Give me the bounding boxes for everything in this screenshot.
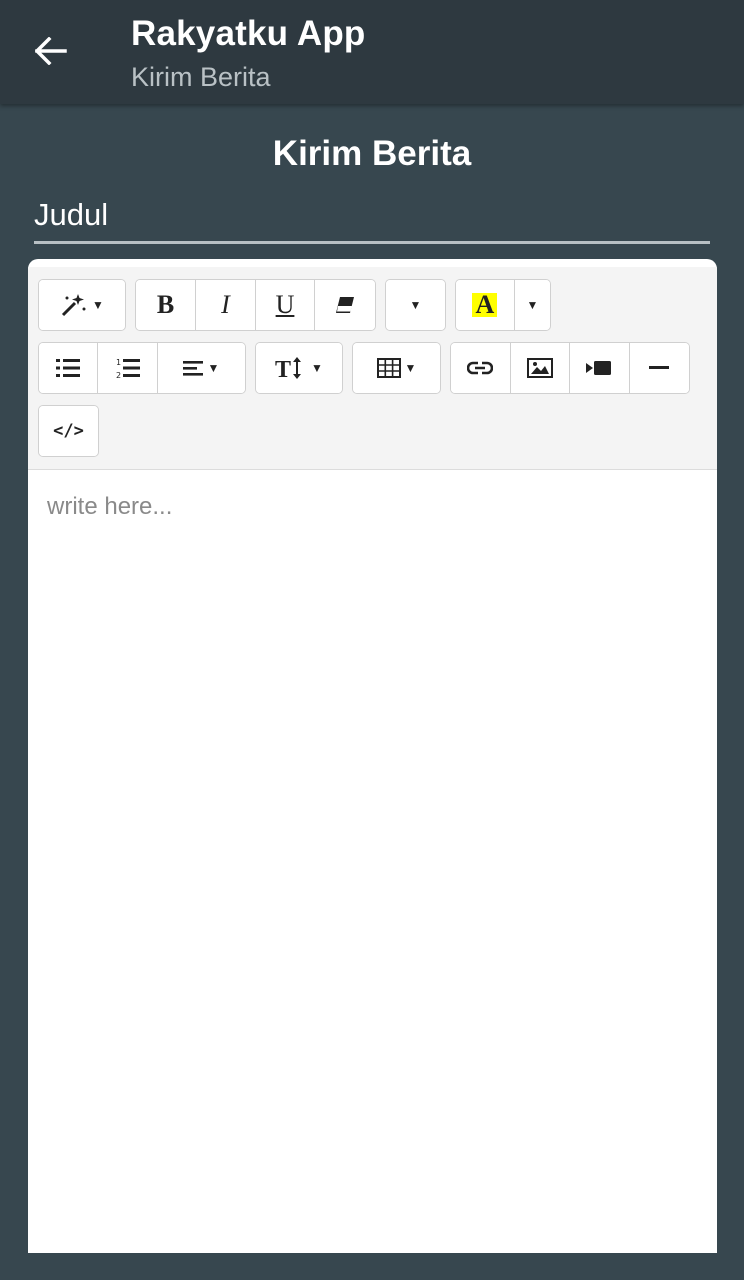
magic-wand-icon <box>60 292 88 318</box>
unordered-list-button[interactable] <box>39 343 99 393</box>
text-color-icon: A <box>472 292 498 318</box>
rich-text-editor: ▼ B I U ▼ A ▼ 1 2 ▼ T ▼ ▼ </> write here… <box>28 259 717 1253</box>
svg-text:T: T <box>275 357 291 380</box>
video-button[interactable] <box>570 343 630 393</box>
svg-text:2: 2 <box>116 371 121 379</box>
horizontal-rule-button[interactable] <box>629 343 689 393</box>
eraser-icon <box>334 296 356 314</box>
text-height-icon: T <box>275 356 309 380</box>
ordered-list-button[interactable]: 1 2 <box>98 343 158 393</box>
caret-down-icon: ▼ <box>207 361 220 375</box>
text-color-button[interactable]: A <box>456 280 515 330</box>
caret-down-icon: ▼ <box>404 361 417 375</box>
ordered-list-icon: 1 2 <box>116 357 140 379</box>
caret-down-icon: ▼ <box>526 298 539 312</box>
editor-toolbar: ▼ B I U ▼ A ▼ 1 2 ▼ T ▼ ▼ </> <box>28 267 717 470</box>
clear-format-button[interactable] <box>315 280 375 330</box>
app-bar: Rakyatku App Kirim Berita <box>0 0 744 104</box>
align-icon <box>183 360 204 376</box>
horizontal-rule-icon <box>649 366 670 370</box>
bold-button[interactable]: B <box>136 280 196 330</box>
underline-button[interactable]: U <box>256 280 315 330</box>
unordered-list-icon <box>56 358 81 378</box>
link-icon <box>467 361 494 375</box>
list-group: 1 2 ▼ <box>38 342 246 394</box>
code-view-button[interactable]: </> <box>39 406 98 456</box>
font-style-group: B I U <box>135 279 376 331</box>
app-subtitle: Kirim Berita <box>131 62 271 92</box>
caret-down-icon: ▼ <box>311 361 323 375</box>
arrow-left-icon <box>35 37 67 65</box>
insert-group <box>450 342 690 394</box>
back-button[interactable] <box>24 24 78 78</box>
color-group: A ▼ <box>455 279 551 331</box>
color-dropdown-button[interactable]: ▼ <box>514 280 550 330</box>
title-input[interactable] <box>34 196 710 244</box>
line-height-button[interactable]: T ▼ <box>256 343 342 393</box>
style-group: ▼ <box>38 279 126 331</box>
view-group: </> <box>38 405 99 457</box>
font-name-group: ▼ <box>385 279 446 331</box>
picture-button[interactable] <box>510 343 570 393</box>
app-title: Rakyatku App <box>131 14 366 53</box>
image-icon <box>526 358 553 378</box>
italic-button[interactable]: I <box>196 280 256 330</box>
video-icon <box>586 360 612 376</box>
page-title: Kirim Berita <box>272 134 472 173</box>
link-button[interactable] <box>451 343 511 393</box>
table-button[interactable]: ▼ <box>353 343 440 393</box>
table-group: ▼ <box>352 342 441 394</box>
table-icon <box>376 358 401 378</box>
style-button[interactable]: ▼ <box>39 280 125 330</box>
svg-text:1: 1 <box>116 358 121 367</box>
editor-placeholder[interactable]: write here... <box>47 493 172 521</box>
font-dropdown-button[interactable]: ▼ <box>386 280 445 330</box>
caret-down-icon: ▼ <box>409 298 422 312</box>
height-group: T ▼ <box>255 342 343 394</box>
caret-down-icon: ▼ <box>92 298 104 312</box>
paragraph-align-button[interactable]: ▼ <box>157 343 245 393</box>
